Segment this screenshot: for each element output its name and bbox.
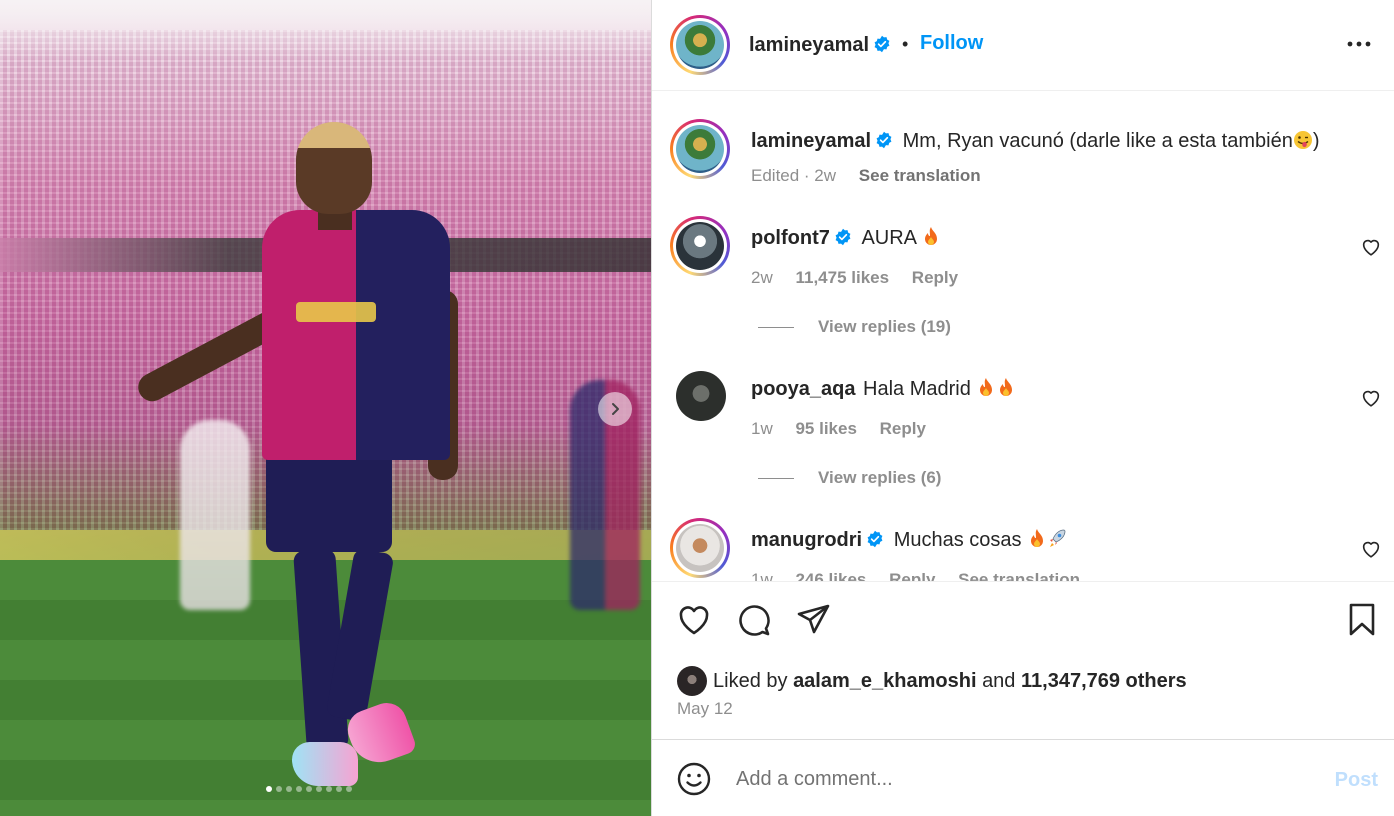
verified-badge-icon: [835, 228, 851, 246]
comment-text: polfont7 AURA: [751, 226, 941, 250]
comment-time: 2w: [751, 268, 773, 287]
reply-button[interactable]: Reply: [912, 268, 958, 287]
replies-divider: [758, 478, 794, 480]
caption-body-end: ): [1312, 130, 1320, 152]
author-username-text[interactable]: lamineyamal: [749, 34, 869, 56]
comment-username[interactable]: polfont7: [751, 227, 830, 249]
carousel-dot: [276, 786, 282, 792]
comment-meta: 2w 11,475 likes Reply: [751, 268, 976, 288]
comment-time: 1w: [751, 570, 773, 581]
rocket-emoji-icon: [1050, 529, 1066, 547]
follow-button[interactable]: Follow: [920, 32, 983, 55]
carousel-dot: [326, 786, 332, 792]
comment-body: AURA: [861, 227, 916, 249]
author-avatar[interactable]: [670, 15, 730, 75]
caption-author-avatar[interactable]: [670, 119, 730, 179]
post-date: May 12: [677, 699, 733, 718]
carousel-dot: [266, 786, 272, 792]
post-media[interactable]: [0, 0, 651, 816]
liked-by-user[interactable]: aalam_e_khamoshi: [793, 670, 976, 693]
carousel-next-button[interactable]: [598, 392, 632, 426]
more-options-icon[interactable]: [1346, 34, 1372, 54]
liker-avatar[interactable]: [677, 666, 707, 696]
comment-meta: 1w 95 likes Reply: [751, 419, 944, 439]
emoji-smiley-icon[interactable]: [677, 762, 711, 796]
post-comment-button[interactable]: Post: [1335, 769, 1378, 792]
comment-likes[interactable]: 246 likes: [795, 570, 866, 581]
comment-likes[interactable]: 11,475 likes: [795, 268, 889, 287]
fire-emoji-icon: [925, 227, 938, 245]
comment-body: Muchas cosas: [893, 529, 1022, 551]
post-details-panel: lamineyamal • Follow lamineyamal Mm, Rya…: [651, 0, 1394, 816]
header-separator: •: [902, 34, 909, 54]
view-replies-label[interactable]: View replies (19): [818, 317, 951, 336]
save-bookmark-icon[interactable]: [1344, 602, 1380, 638]
comment-time: 1w: [751, 419, 773, 438]
carousel-dot: [316, 786, 322, 792]
fire-emoji-icon: [1000, 378, 1013, 396]
reply-button[interactable]: Reply: [880, 419, 926, 438]
comment-text: manugrodri Muchas cosas: [751, 528, 1067, 552]
reply-button[interactable]: Reply: [889, 570, 935, 581]
main-player: [0, 0, 651, 816]
author-username[interactable]: lamineyamal: [749, 34, 891, 57]
view-replies-label[interactable]: View replies (6): [818, 468, 941, 487]
comment-meta: 1w 246 likes Reply See translation: [751, 570, 1098, 581]
verified-badge-icon: [876, 131, 892, 149]
carousel-dot: [306, 786, 312, 792]
share-paper-plane-icon[interactable]: [796, 602, 832, 638]
liked-by-others[interactable]: 11,347,769 others: [1021, 670, 1187, 693]
verified-badge-icon: [874, 35, 890, 53]
carousel-dot: [296, 786, 302, 792]
view-replies-button[interactable]: View replies (6): [758, 468, 941, 488]
caption-edited-time: Edited · 2w: [751, 166, 837, 185]
carousel-dot: [346, 786, 352, 792]
like-comment-heart-icon[interactable]: [1360, 236, 1382, 258]
see-translation-link[interactable]: See translation: [958, 570, 1080, 581]
comment-username[interactable]: manugrodri: [751, 529, 862, 551]
fire-emoji-icon: [1031, 529, 1044, 547]
comments-list[interactable]: lamineyamal Mm, Ryan vacunó (darle like …: [652, 91, 1394, 581]
comment-bubble-icon[interactable]: [736, 602, 772, 638]
commenter-avatar[interactable]: [670, 518, 730, 578]
liked-by-summary: Liked by aalam_e_khamoshi and 11,347,769…: [677, 666, 1187, 696]
comment-composer: Post: [652, 739, 1394, 816]
caption-body: Mm, Ryan vacunó (darle like a esta tambi…: [902, 130, 1293, 152]
comment-text: pooya_aqa Hala Madrid: [751, 377, 1016, 401]
liked-by-prefix: Liked by: [713, 669, 788, 692]
caption-meta: Edited · 2w See translation: [751, 166, 999, 186]
caption-username[interactable]: lamineyamal: [751, 130, 871, 152]
commenter-avatar[interactable]: [670, 216, 730, 276]
post-header: lamineyamal • Follow: [652, 0, 1394, 91]
like-comment-heart-icon[interactable]: [1360, 538, 1382, 560]
comment-input[interactable]: [736, 760, 1296, 798]
carousel-dot: [286, 786, 292, 792]
carousel-indicator: [266, 786, 352, 792]
carousel-dot: [336, 786, 342, 792]
replies-divider: [758, 327, 794, 329]
comment-username[interactable]: pooya_aqa: [751, 378, 855, 400]
verified-badge-icon: [867, 530, 883, 548]
caption-text: lamineyamal Mm, Ryan vacunó (darle like …: [751, 129, 1320, 153]
view-replies-button[interactable]: View replies (19): [758, 317, 951, 337]
liked-by-conj: and: [982, 669, 1016, 692]
see-translation-link[interactable]: See translation: [859, 166, 981, 185]
comment-body: Hala Madrid: [863, 378, 971, 400]
post-actions: Liked by aalam_e_khamoshi and 11,347,769…: [652, 581, 1394, 739]
winking-tongue-emoji-icon: [1293, 131, 1312, 149]
comment-likes[interactable]: 95 likes: [795, 419, 856, 438]
like-comment-heart-icon[interactable]: [1360, 387, 1382, 409]
chevron-right-icon: [612, 403, 619, 415]
fire-emoji-icon: [980, 378, 993, 396]
commenter-avatar[interactable]: [676, 371, 726, 421]
like-heart-icon[interactable]: [676, 602, 712, 638]
